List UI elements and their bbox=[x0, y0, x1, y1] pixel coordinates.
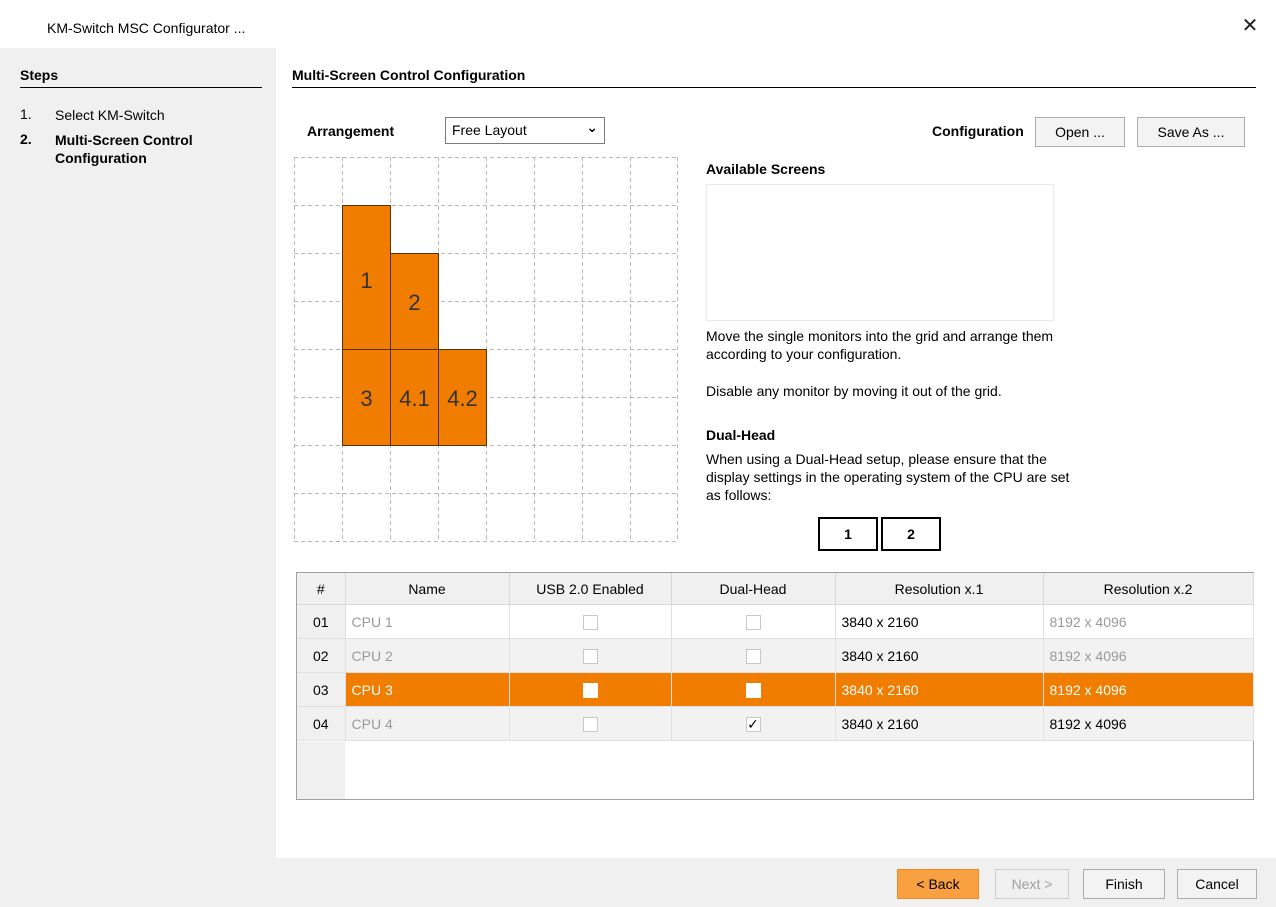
available-screens-area[interactable] bbox=[706, 184, 1054, 321]
cpu-name[interactable]: CPU 4 bbox=[345, 706, 510, 741]
usb-cell bbox=[509, 604, 672, 639]
window-title: KM-Switch MSC Configurator ... bbox=[47, 20, 246, 36]
step-number: 2. bbox=[20, 131, 32, 147]
step-label: Multi-Screen Control Configuration bbox=[55, 132, 193, 166]
finish-button[interactable]: Finish bbox=[1083, 869, 1165, 899]
table-row[interactable]: 04 CPU 4 ✓ 3840 x 2160 8192 x 4096 bbox=[297, 706, 1254, 741]
row-number: 01 bbox=[297, 604, 346, 639]
usb-checkbox[interactable] bbox=[582, 682, 598, 698]
back-button[interactable]: < Back bbox=[897, 869, 979, 899]
usb-cell bbox=[509, 672, 672, 707]
dual-head-cell bbox=[671, 604, 836, 639]
save-as-button[interactable]: Save As ... bbox=[1137, 117, 1245, 147]
dual-head-checkbox-checked[interactable]: ✓ bbox=[745, 716, 761, 732]
divider bbox=[20, 87, 262, 88]
dual-head-screen-2: 2 bbox=[881, 517, 941, 551]
usb-checkbox[interactable] bbox=[582, 648, 598, 664]
resolution-2[interactable]: 8192 x 4096 bbox=[1043, 604, 1254, 639]
step-number: 1. bbox=[20, 106, 32, 122]
divider bbox=[292, 87, 1256, 88]
dual-head-checkbox[interactable] bbox=[745, 682, 761, 698]
arrangement-label: Arrangement bbox=[307, 123, 395, 139]
cpu-name[interactable]: CPU 1 bbox=[345, 604, 510, 639]
usb-checkbox[interactable] bbox=[582, 716, 598, 732]
configuration-label: Configuration bbox=[932, 123, 1024, 139]
resolution-1[interactable]: 3840 x 2160 bbox=[835, 638, 1044, 673]
steps-pane bbox=[0, 48, 276, 858]
info-disable-monitor: Disable any monitor by moving it out of … bbox=[706, 383, 1002, 399]
screen-4-2[interactable]: 4.2 bbox=[438, 349, 487, 446]
table-row[interactable]: 02 CPU 2 3840 x 2160 8192 x 4096 bbox=[297, 638, 1254, 673]
resolution-1[interactable]: 3840 x 2160 bbox=[835, 706, 1044, 741]
column-header-resolution-1[interactable]: Resolution x.1 bbox=[835, 573, 1044, 605]
resolution-2[interactable]: 8192 x 4096 bbox=[1043, 672, 1254, 707]
row-number: 04 bbox=[297, 706, 346, 741]
dual-head-checkbox[interactable] bbox=[745, 648, 761, 664]
info-move-monitors: Move the single monitors into the grid a… bbox=[706, 328, 1054, 362]
screen-4-1[interactable]: 4.1 bbox=[390, 349, 439, 446]
usb-cell bbox=[509, 706, 672, 741]
table-row-selected[interactable]: 03 CPU 3 3840 x 2160 8192 x 4096 bbox=[297, 672, 1254, 707]
table-header-row: # Name USB 2.0 Enabled Dual-Head Resolut… bbox=[297, 573, 1254, 605]
cpu-name[interactable]: CPU 3 bbox=[345, 672, 510, 707]
steps-title: Steps bbox=[20, 67, 59, 83]
close-icon[interactable]: ✕ bbox=[1234, 10, 1266, 42]
cpu-name[interactable]: CPU 2 bbox=[345, 638, 510, 673]
dual-head-cell bbox=[671, 672, 836, 707]
dual-head-screen-1: 1 bbox=[818, 517, 878, 551]
resolution-1[interactable]: 3840 x 2160 bbox=[835, 604, 1044, 639]
dual-head-text: When using a Dual-Head setup, please ens… bbox=[706, 451, 1070, 503]
open-button[interactable]: Open ... bbox=[1035, 117, 1125, 147]
chevron-down-icon: ⌄ bbox=[586, 119, 598, 135]
screen-3[interactable]: 3 bbox=[342, 349, 391, 446]
usb-checkbox[interactable] bbox=[582, 614, 598, 630]
screen-grid[interactable]: 1 2 3 4.1 4.2 bbox=[294, 157, 678, 569]
cpu-table: # Name USB 2.0 Enabled Dual-Head Resolut… bbox=[297, 573, 1254, 741]
dual-head-checkbox[interactable] bbox=[745, 614, 761, 630]
step-label: Select KM-Switch bbox=[55, 107, 165, 123]
row-number: 03 bbox=[297, 672, 346, 707]
page-title: Multi-Screen Control Configuration bbox=[292, 67, 526, 83]
table-row[interactable]: 01 CPU 1 3840 x 2160 8192 x 4096 bbox=[297, 604, 1254, 639]
dual-head-cell bbox=[671, 638, 836, 673]
row-header-filler bbox=[297, 742, 345, 799]
dual-head-title: Dual-Head bbox=[706, 427, 776, 443]
available-screens-title: Available Screens bbox=[706, 161, 826, 177]
resolution-2[interactable]: 8192 x 4096 bbox=[1043, 706, 1254, 741]
usb-cell bbox=[509, 638, 672, 673]
column-header-usb[interactable]: USB 2.0 Enabled bbox=[509, 573, 672, 605]
column-header-number[interactable]: # bbox=[297, 573, 346, 605]
column-header-resolution-2[interactable]: Resolution x.2 bbox=[1043, 573, 1254, 605]
resolution-1[interactable]: 3840 x 2160 bbox=[835, 672, 1044, 707]
arrangement-value: Free Layout bbox=[452, 122, 527, 138]
row-number: 02 bbox=[297, 638, 346, 673]
next-button[interactable]: Next > bbox=[995, 869, 1069, 899]
column-header-dual-head[interactable]: Dual-Head bbox=[671, 573, 836, 605]
screen-2[interactable]: 2 bbox=[390, 253, 439, 350]
column-header-name[interactable]: Name bbox=[345, 573, 510, 605]
cancel-button[interactable]: Cancel bbox=[1177, 869, 1257, 899]
arrangement-select[interactable]: Free Layout ⌄ bbox=[445, 117, 605, 144]
dual-head-cell: ✓ bbox=[671, 706, 836, 741]
screen-1[interactable]: 1 bbox=[342, 205, 391, 350]
resolution-2[interactable]: 8192 x 4096 bbox=[1043, 638, 1254, 673]
